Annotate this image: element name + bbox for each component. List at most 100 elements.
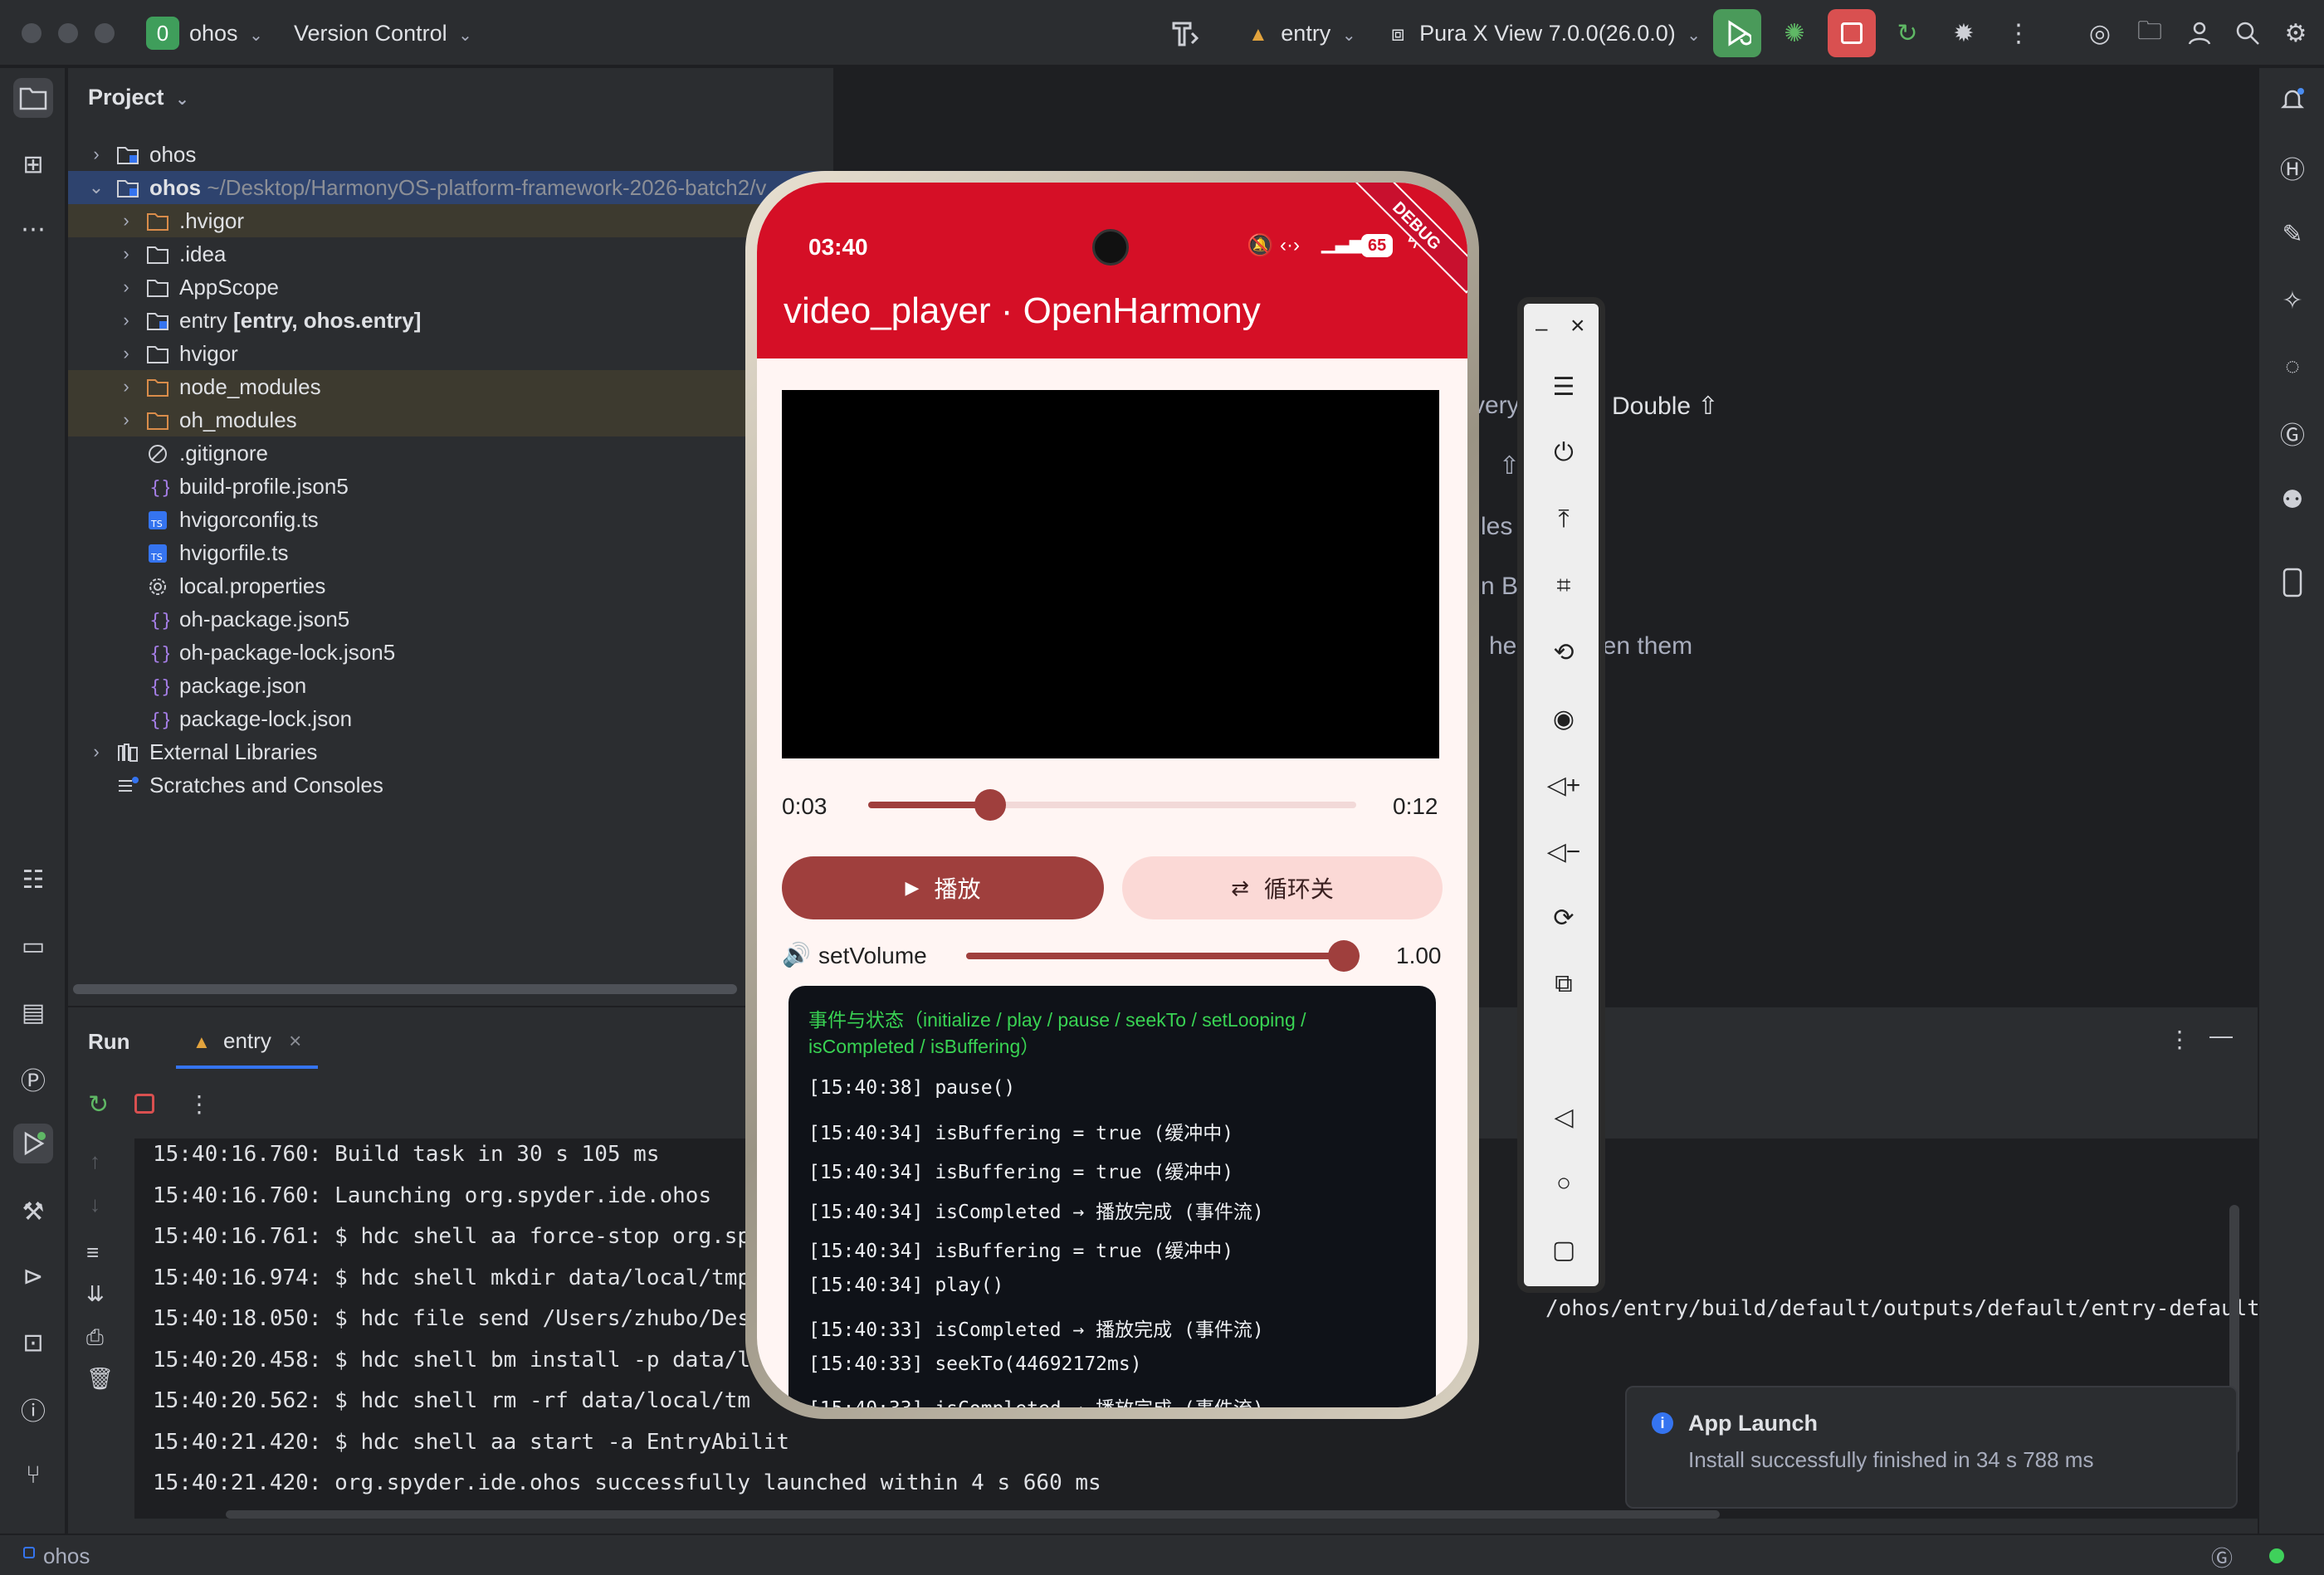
- tree-row[interactable]: {} package.json: [68, 669, 833, 702]
- more-actions-icon[interactable]: ⋮: [2000, 15, 2037, 51]
- project-selector[interactable]: ohos ⌄: [189, 0, 263, 66]
- gradle-icon[interactable]: Ⓖ: [2273, 413, 2312, 453]
- crop-screenshot-icon[interactable]: ⌗: [1545, 568, 1582, 604]
- print-icon[interactable]: ⎙: [86, 1324, 104, 1351]
- tree-row[interactable]: {} build-profile.json5: [68, 470, 833, 503]
- services-icon[interactable]: ⊳: [13, 1256, 53, 1296]
- problems-icon[interactable]: ⓘ: [13, 1389, 53, 1429]
- more-options-icon[interactable]: ⋮: [2168, 1026, 2191, 1053]
- menu-icon[interactable]: ☰: [1545, 368, 1582, 405]
- edit-note-icon[interactable]: ✎: [2273, 214, 2312, 254]
- chevron-right-icon[interactable]: ›: [116, 337, 136, 370]
- event-log-panel[interactable]: 事件与状态（initialize / play / pause / seekTo…: [788, 986, 1436, 1407]
- video-surface[interactable]: [782, 390, 1439, 758]
- rerun-icon[interactable]: ↻: [88, 1090, 109, 1119]
- scroll-to-end-icon[interactable]: ⇊: [86, 1281, 105, 1307]
- progress-thumb[interactable]: [974, 789, 1006, 821]
- gradle-status-icon[interactable]: Ⓖ: [2211, 1542, 2233, 1573]
- close-window-button[interactable]: [22, 23, 42, 43]
- volume-down-icon[interactable]: ◁−: [1545, 833, 1582, 870]
- chevron-right-icon[interactable]: ›: [116, 304, 136, 337]
- tree-row[interactable]: Scratches and Consoles: [68, 768, 833, 802]
- minimize-window-button[interactable]: [58, 23, 78, 43]
- attach-debugger-icon[interactable]: ✹: [1946, 15, 1982, 51]
- terminal-icon[interactable]: ⊡: [13, 1323, 53, 1363]
- project-badge[interactable]: 0: [146, 17, 179, 50]
- ai-assistant-icon[interactable]: ✧: [2273, 280, 2312, 320]
- device-manager-icon[interactable]: ▭: [13, 926, 53, 966]
- notifications-icon[interactable]: [2273, 80, 2312, 119]
- loop-toggle-button[interactable]: ⇄ 循环关: [1122, 856, 1443, 919]
- profiler-icon[interactable]: Ⓟ: [13, 1059, 53, 1099]
- chevron-right-icon[interactable]: ›: [116, 204, 136, 237]
- tree-row[interactable]: {} oh-package.json5: [68, 602, 833, 636]
- tree-row[interactable]: › External Libraries: [68, 735, 833, 768]
- recents-icon[interactable]: ▢: [1545, 1231, 1582, 1268]
- project-panel-header[interactable]: Project ⌄: [88, 85, 189, 110]
- planet-icon[interactable]: ◌: [2273, 347, 2312, 387]
- tree-row[interactable]: › entry [entry, ohos.entry]: [68, 304, 833, 337]
- chevron-right-icon[interactable]: ›: [86, 735, 106, 768]
- status-project-name[interactable]: ohos: [43, 1543, 90, 1569]
- fold-device-icon[interactable]: ⧉: [1545, 966, 1582, 1002]
- layout-inspector-icon[interactable]: ▤: [13, 992, 53, 1032]
- chevron-right-icon[interactable]: ›: [86, 138, 106, 171]
- build-hammer-icon[interactable]: ⚒: [13, 1192, 53, 1231]
- console-horizontal-scrollbar[interactable]: [226, 1510, 1720, 1519]
- volume-slider[interactable]: [966, 931, 1360, 981]
- more-tools-icon[interactable]: ⋯: [13, 209, 53, 249]
- trash-icon[interactable]: 🗑: [86, 1366, 114, 1392]
- run-tab-label[interactable]: Run: [88, 1029, 130, 1055]
- minimize-emulator-icon[interactable]: –: [1536, 315, 1547, 341]
- tree-row[interactable]: TS hvigorconfig.ts: [68, 503, 833, 536]
- rotate-icon[interactable]: ⟲: [1545, 634, 1582, 670]
- chevron-right-icon[interactable]: ›: [116, 271, 136, 304]
- todo-icon[interactable]: ☷: [13, 860, 53, 900]
- structure-icon[interactable]: ⊞: [13, 144, 53, 184]
- tree-row[interactable]: › hvigor: [68, 337, 833, 370]
- account-icon[interactable]: [2181, 15, 2218, 51]
- scroll-up-icon[interactable]: ↑: [90, 1148, 100, 1174]
- rerun-icon[interactable]: ↻: [1889, 15, 1926, 51]
- hide-panel-icon[interactable]: —: [2209, 1022, 2233, 1049]
- device-selector[interactable]: ⧈ Pura X View 7.0.0(26.0.0) ⌄: [1391, 0, 1701, 66]
- tree-row[interactable]: › .idea: [68, 237, 833, 271]
- chevron-right-icon[interactable]: ›: [116, 403, 136, 436]
- folder-settings-icon[interactable]: 🗀: [2131, 15, 2168, 51]
- tree-row[interactable]: TS hvigorfile.ts: [68, 536, 833, 569]
- tree-row[interactable]: {} package-lock.json: [68, 702, 833, 735]
- device-emulator-icon[interactable]: [2273, 563, 2312, 602]
- app-launch-notification[interactable]: i App Launch Install successfully finish…: [1625, 1386, 2238, 1509]
- tree-row[interactable]: › oh_modules: [68, 403, 833, 436]
- run-tool-icon[interactable]: [13, 1124, 53, 1163]
- device-screen[interactable]: 03:40 🔕 ‹·› ▁▃▅ 65 ϟ DEBUG video_player …: [757, 183, 1467, 1407]
- play-button[interactable]: ▶ 播放: [782, 856, 1104, 919]
- search-icon[interactable]: [2229, 15, 2266, 51]
- scroll-down-icon[interactable]: ↓: [90, 1192, 100, 1217]
- power-icon[interactable]: ⏻: [1545, 435, 1582, 471]
- progress-slider[interactable]: [868, 780, 1356, 830]
- tree-row[interactable]: › AppScope: [68, 271, 833, 304]
- back-icon[interactable]: ◁: [1545, 1099, 1582, 1135]
- robot-icon[interactable]: ⚉: [2273, 480, 2312, 519]
- tree-row[interactable]: › .hvigor: [68, 204, 833, 237]
- tree-row[interactable]: ⌄ ohos ~/Desktop/HarmonyOS-platform-frame…: [68, 171, 833, 204]
- soft-wrap-icon[interactable]: ≡: [86, 1240, 99, 1265]
- tree-row[interactable]: .gitignore: [68, 436, 833, 470]
- close-tab-icon[interactable]: ×: [289, 1028, 301, 1053]
- tab-entry[interactable]: ▲ entry ×: [176, 1019, 319, 1069]
- home-icon[interactable]: ○: [1545, 1165, 1582, 1202]
- chevron-right-icon[interactable]: ›: [116, 370, 136, 403]
- zoom-window-button[interactable]: [95, 23, 115, 43]
- stop-icon[interactable]: [134, 1094, 154, 1114]
- run-apply-icon[interactable]: [1713, 9, 1761, 57]
- debug-icon[interactable]: ✺: [1776, 15, 1813, 51]
- vcs-menu[interactable]: Version Control ⌄: [294, 0, 472, 66]
- tree-row[interactable]: {} oh-package-lock.json5: [68, 636, 833, 669]
- harmony-icon[interactable]: Ⓗ: [2273, 148, 2312, 188]
- tree-row[interactable]: local.properties: [68, 569, 833, 602]
- volume-up-icon[interactable]: ◁+: [1545, 767, 1582, 803]
- close-emulator-icon[interactable]: ×: [1570, 312, 1585, 340]
- chevron-down-icon[interactable]: ⌄: [86, 171, 106, 204]
- rotate-device-icon[interactable]: ⟳: [1545, 900, 1582, 936]
